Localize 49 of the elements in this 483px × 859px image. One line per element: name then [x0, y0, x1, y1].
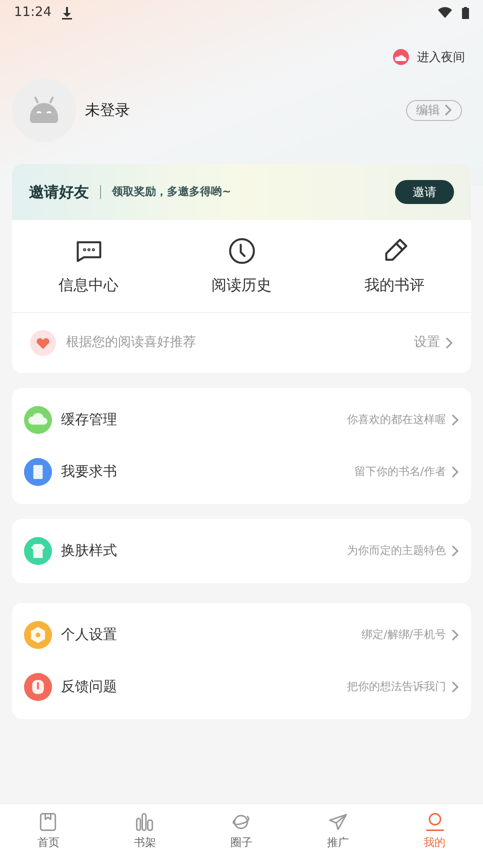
- clock-icon: [226, 236, 256, 266]
- menu-label: 缓存管理: [61, 410, 117, 430]
- recommend-text: 根据您的阅读喜好推荐: [66, 334, 196, 352]
- menu-item[interactable]: 个人设置 绑定/解绑/手机号: [12, 609, 471, 661]
- nav-tab[interactable]: 首页: [0, 811, 97, 852]
- menu-hint: 把你的想法告诉我门: [347, 678, 446, 695]
- cloud-icon: [24, 406, 52, 434]
- bars-icon: [134, 811, 156, 834]
- battery-icon: [462, 6, 469, 18]
- menu-hint: 绑定/解绑/手机号: [362, 626, 446, 643]
- chevron-icon: [451, 681, 459, 693]
- wifi-icon: [438, 7, 452, 18]
- chevron-icon: [451, 545, 459, 557]
- chevron-icon: [451, 629, 459, 641]
- nav-tab[interactable]: 圈子: [193, 811, 290, 852]
- invite-button[interactable]: 邀请: [395, 180, 454, 204]
- menu-hint: 留下你的书名/作者: [354, 464, 446, 480]
- robot-icon: [29, 96, 59, 124]
- menu-item[interactable]: 换肤样式 为你而定的主题特色: [12, 525, 471, 577]
- shirt-icon: [24, 537, 52, 565]
- menu-item[interactable]: 我要求书 留下你的书名/作者: [12, 446, 471, 498]
- cloud-icon: [393, 49, 409, 65]
- chevron-icon: [444, 104, 452, 116]
- invite-subtitle: 领取奖励，多邀多得哟~: [112, 184, 232, 200]
- shortcut-item[interactable]: 我的书评: [318, 236, 471, 296]
- nav-tab[interactable]: 推广: [290, 811, 386, 852]
- menu-label: 我要求书: [61, 462, 117, 482]
- menu-label: 反馈问题: [61, 678, 117, 696]
- menu-label: 个人设置: [61, 626, 117, 644]
- nav-tab[interactable]: 书架: [96, 811, 194, 852]
- chevron-icon: [451, 414, 459, 426]
- chevron-icon: [445, 337, 453, 349]
- menu-hint: 为你而定的主题特色: [347, 542, 446, 559]
- menu-item[interactable]: 反馈问题 把你的想法告诉我门: [12, 661, 471, 713]
- menu-label: 换肤样式: [61, 542, 117, 560]
- shortcut-item[interactable]: 阅读历史: [165, 236, 318, 296]
- chevron-icon: [451, 466, 459, 478]
- shortcut-item[interactable]: 信息中心: [12, 236, 165, 296]
- status-time: 11:24: [14, 4, 52, 22]
- night-mode-button[interactable]: 进入夜间: [393, 48, 465, 66]
- gear-icon: [24, 621, 52, 649]
- book-icon: [24, 458, 52, 486]
- download-icon: [61, 6, 74, 20]
- menu-item[interactable]: 缓存管理 你喜欢的都在这样喔: [12, 394, 471, 446]
- alert-icon: [24, 673, 52, 701]
- menu-hint: 你喜欢的都在这样喔: [347, 412, 446, 428]
- username: 未登录: [85, 100, 130, 121]
- invite-title: 邀请好友: [29, 182, 89, 203]
- user-icon: [424, 811, 446, 834]
